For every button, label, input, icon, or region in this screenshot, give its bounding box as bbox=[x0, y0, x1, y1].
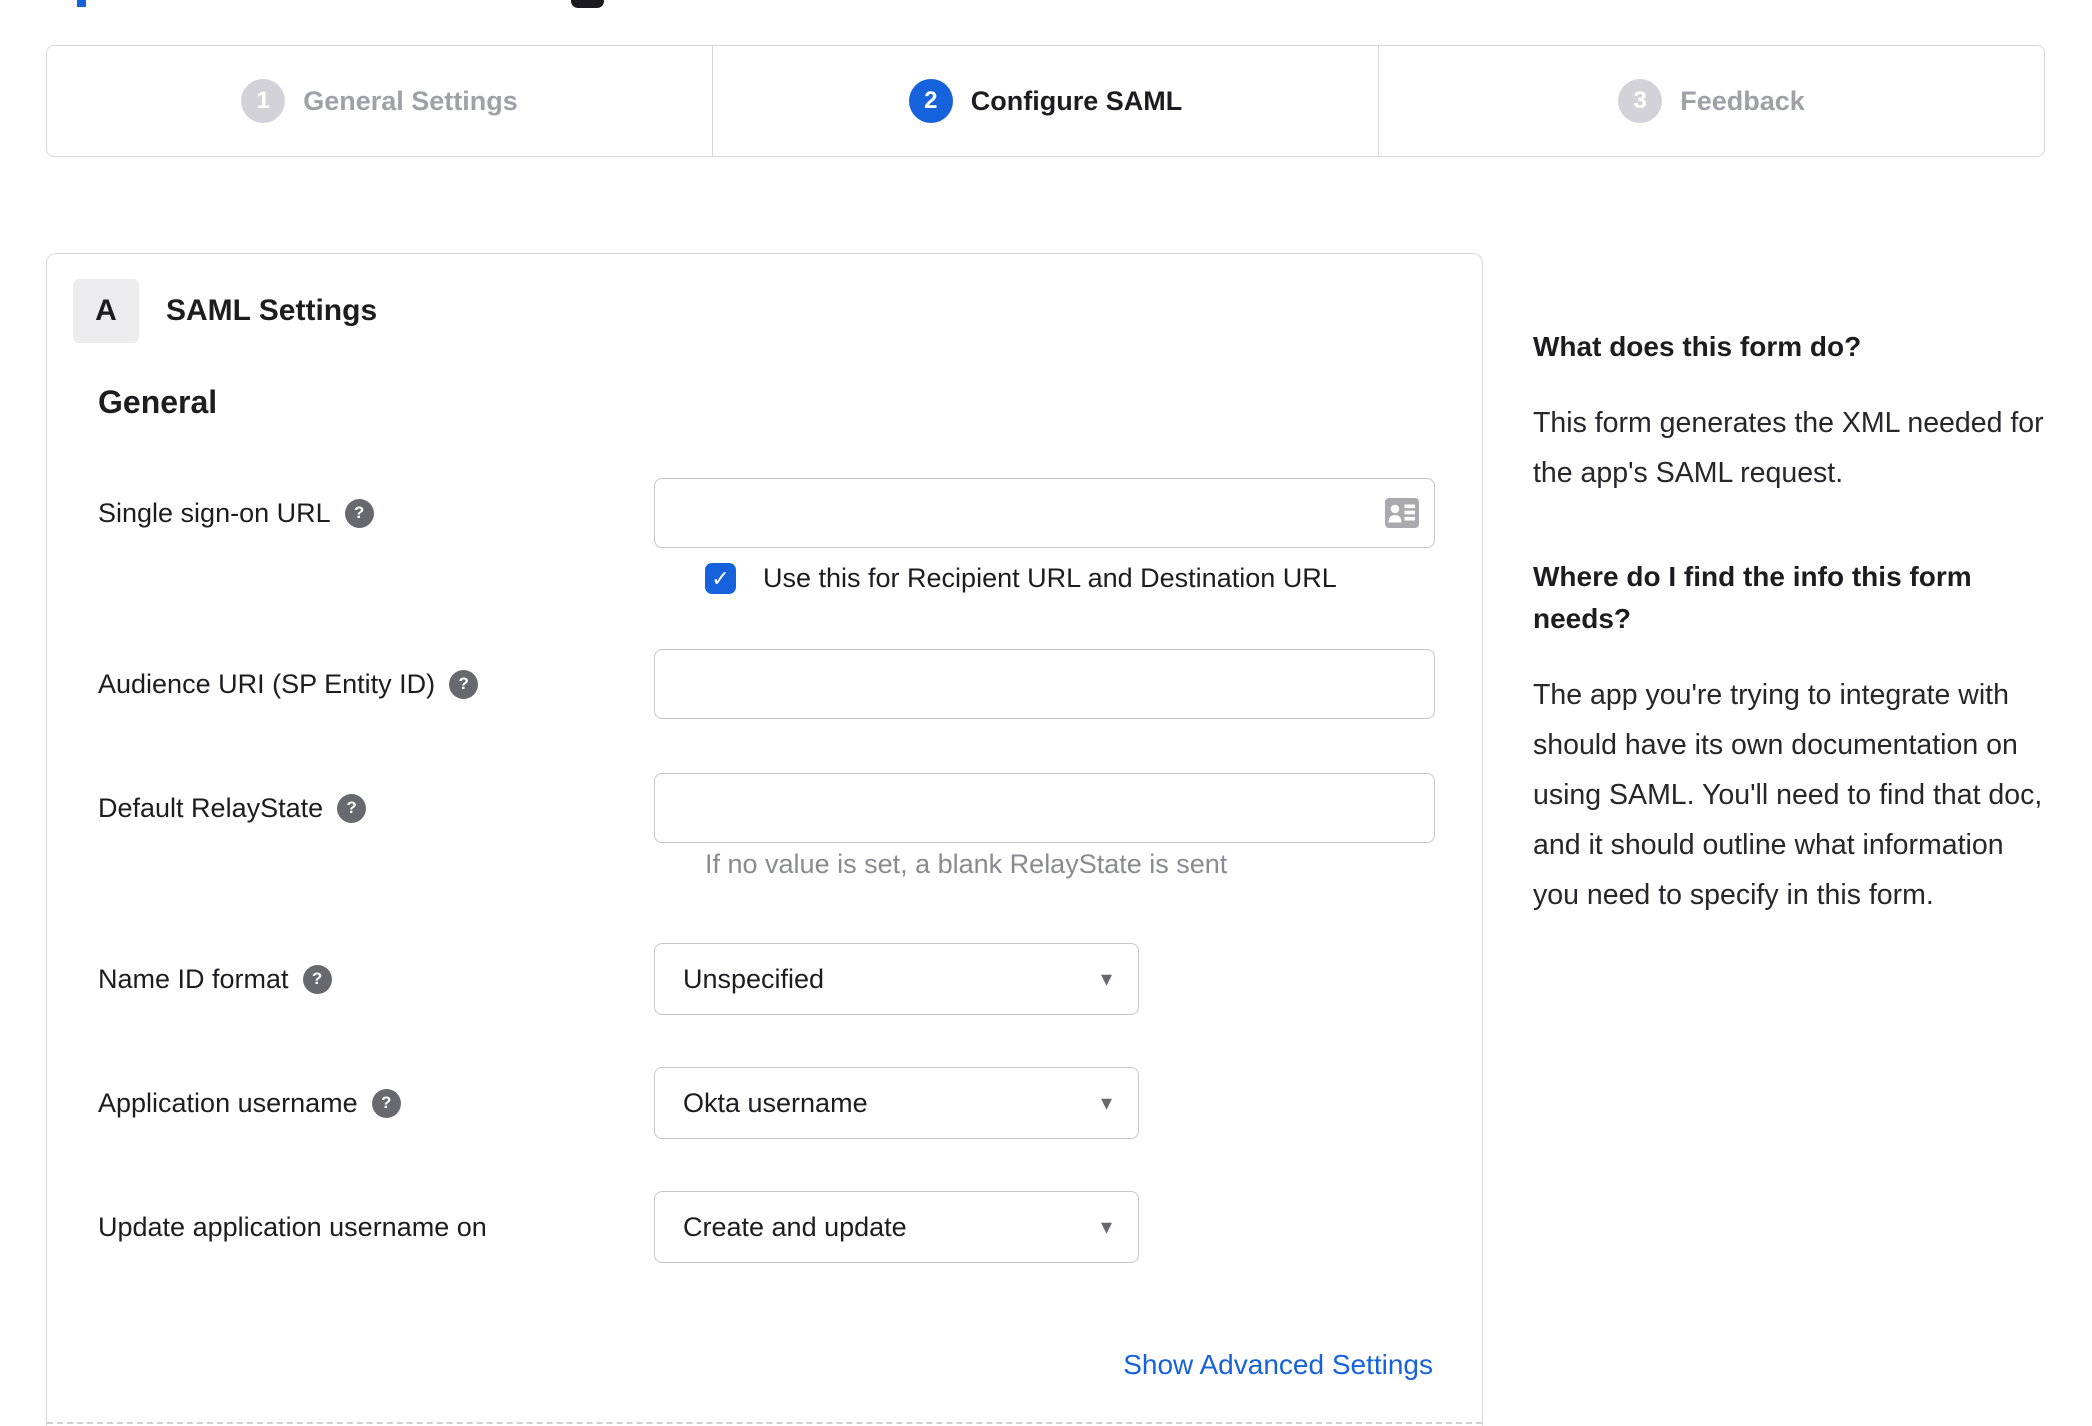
help-icon[interactable]: ? bbox=[449, 669, 479, 699]
step-number-badge: 2 bbox=[908, 79, 953, 123]
section-title: SAML Settings bbox=[166, 294, 378, 327]
wizard-stepper: 1 General Settings 2 Configure SAML 3 Fe… bbox=[46, 45, 2045, 157]
name-id-format-label: Name ID format ? bbox=[98, 943, 654, 1015]
application-username-row: Application username ? Okta username ▾ bbox=[98, 1067, 1139, 1139]
default-relaystate-label: Default RelayState ? bbox=[98, 773, 654, 843]
help-heading-where: Where do I find the info this form needs… bbox=[1533, 561, 1972, 634]
update-username-row: Update application username on Create an… bbox=[98, 1191, 1139, 1263]
help-icon[interactable]: ? bbox=[337, 793, 367, 823]
recipient-destination-checkbox-row: ✓ Use this for Recipient URL and Destina… bbox=[705, 563, 1337, 594]
chevron-down-icon: ▾ bbox=[1100, 1214, 1112, 1239]
sso-url-input-wrap bbox=[654, 478, 1435, 548]
recipient-destination-checkbox-label: Use this for Recipient URL and Destinati… bbox=[763, 563, 1337, 593]
help-icon[interactable]: ? bbox=[371, 1088, 401, 1118]
recipient-destination-checkbox[interactable]: ✓ bbox=[705, 563, 736, 594]
name-id-format-row: Name ID format ? Unspecified ▾ bbox=[98, 943, 1139, 1015]
help-heading-what: What does this form do? bbox=[1533, 331, 1862, 362]
cutoff-blue-fragment bbox=[77, 0, 86, 7]
sso-url-row: Single sign-on URL ? bbox=[98, 478, 1435, 548]
chevron-down-icon: ▾ bbox=[1100, 966, 1112, 991]
general-group-heading: General bbox=[98, 384, 218, 420]
chevron-down-icon: ▾ bbox=[1100, 1090, 1112, 1115]
audience-uri-label: Audience URI (SP Entity ID) ? bbox=[98, 649, 654, 719]
step-label: Feedback bbox=[1680, 85, 1805, 116]
application-username-select[interactable]: Okta username ▾ bbox=[654, 1067, 1139, 1139]
single-sign-on-url-input[interactable] bbox=[654, 478, 1435, 548]
help-icon[interactable]: ? bbox=[302, 964, 332, 994]
select-value: Create and update bbox=[683, 1211, 907, 1242]
audience-uri-input[interactable] bbox=[654, 649, 1435, 719]
help-paragraph-where: The app you're trying to integrate with … bbox=[1533, 679, 2043, 911]
step-label: Configure SAML bbox=[970, 85, 1183, 116]
select-value: Unspecified bbox=[683, 963, 825, 994]
help-sidebar: What does this form do? This form genera… bbox=[1533, 326, 2048, 920]
step-feedback[interactable]: 3 Feedback bbox=[1378, 46, 2044, 156]
default-relaystate-input[interactable] bbox=[654, 773, 1435, 843]
help-icon[interactable]: ? bbox=[344, 498, 374, 528]
help-paragraph-what: This form generates the XML needed for t… bbox=[1533, 407, 2044, 489]
step-number-badge: 3 bbox=[1618, 79, 1663, 123]
section-a-badge: A bbox=[73, 279, 139, 343]
saml-settings-panel: A SAML Settings General Single sign-on U… bbox=[46, 253, 1483, 1426]
select-value: Okta username bbox=[683, 1087, 868, 1118]
default-relaystate-row: Default RelayState ? bbox=[98, 773, 1435, 843]
update-username-label: Update application username on bbox=[98, 1212, 487, 1242]
audience-uri-input-wrap bbox=[654, 649, 1435, 719]
name-id-format-select[interactable]: Unspecified ▾ bbox=[654, 943, 1139, 1015]
section-header: A SAML Settings bbox=[73, 279, 377, 343]
audience-uri-row: Audience URI (SP Entity ID) ? bbox=[98, 649, 1435, 719]
step-number-badge: 1 bbox=[241, 79, 286, 123]
update-username-select[interactable]: Create and update ▾ bbox=[654, 1191, 1139, 1263]
sso-url-label: Single sign-on URL ? bbox=[98, 478, 654, 548]
dashed-divider bbox=[47, 1422, 1482, 1424]
step-general-settings[interactable]: 1 General Settings bbox=[47, 46, 712, 156]
cutoff-dark-fragment bbox=[571, 0, 604, 8]
step-label: General Settings bbox=[303, 85, 518, 116]
application-username-label: Application username ? bbox=[98, 1067, 654, 1139]
show-advanced-settings-link[interactable]: Show Advanced Settings bbox=[1123, 1349, 1433, 1381]
relaystate-helper-text: If no value is set, a blank RelayState i… bbox=[705, 849, 1228, 879]
contact-card-icon bbox=[1385, 498, 1419, 528]
step-configure-saml[interactable]: 2 Configure SAML bbox=[712, 46, 1378, 156]
default-relaystate-input-wrap bbox=[654, 773, 1435, 843]
